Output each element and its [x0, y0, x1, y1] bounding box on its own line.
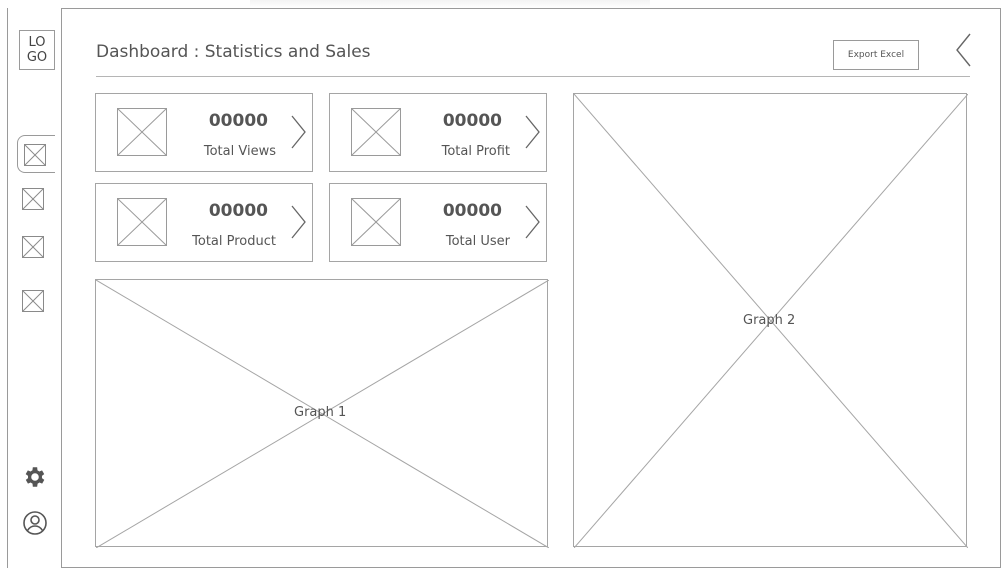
- graph-1-panel[interactable]: Graph 1: [95, 279, 549, 548]
- top-edge-shadow: [250, 0, 650, 8]
- stat-card-total-views[interactable]: 00000 Total Views: [95, 93, 313, 172]
- chevron-right-icon[interactable]: [522, 114, 542, 154]
- image-placeholder-icon: [24, 144, 46, 166]
- chevron-left-icon[interactable]: [954, 32, 974, 68]
- stat-label: Total Profit: [441, 144, 510, 159]
- sidebar-item-4[interactable]: [22, 290, 60, 328]
- stat-label: Total Product: [192, 234, 276, 249]
- sidebar: LO GO: [8, 8, 62, 568]
- image-placeholder-icon: [22, 188, 44, 210]
- stat-value: 00000: [442, 201, 502, 221]
- export-excel-button[interactable]: Export Excel: [833, 40, 919, 70]
- stat-value: 00000: [442, 111, 502, 131]
- stat-value: 00000: [208, 111, 268, 131]
- chevron-right-icon[interactable]: [288, 114, 308, 154]
- sidebar-item-3[interactable]: [22, 236, 60, 274]
- chevron-right-icon[interactable]: [522, 204, 542, 244]
- gear-icon[interactable]: [22, 464, 48, 490]
- stat-card-total-profit[interactable]: 00000 Total Profit: [329, 93, 547, 172]
- stat-label: Total Views: [203, 144, 276, 159]
- chevron-right-icon[interactable]: [288, 204, 308, 244]
- stat-card-total-product[interactable]: 00000 Total Product: [95, 183, 313, 262]
- logo-text-line-2: GO: [26, 50, 48, 65]
- stat-value: 00000: [208, 201, 268, 221]
- graph-2-label: Graph 2: [743, 313, 796, 328]
- page-title: Dashboard : Statistics and Sales: [96, 42, 371, 62]
- user-icon[interactable]: [22, 510, 48, 536]
- graph-1-label: Graph 1: [294, 405, 347, 420]
- stat-label: Total User: [445, 234, 510, 249]
- image-placeholder-icon: [351, 108, 401, 160]
- stat-card-total-user[interactable]: 00000 Total User: [329, 183, 547, 262]
- image-placeholder-icon: [22, 236, 44, 258]
- sidebar-item-1[interactable]: [17, 135, 55, 173]
- image-placeholder-icon: [117, 198, 167, 250]
- logo[interactable]: LO GO: [19, 30, 55, 70]
- image-placeholder-icon: [22, 290, 44, 312]
- header-divider: [96, 76, 970, 77]
- image-placeholder-icon: [351, 198, 401, 250]
- sidebar-item-2[interactable]: [22, 188, 60, 226]
- graph-2-panel[interactable]: Graph 2: [573, 93, 968, 548]
- image-placeholder-icon: [117, 108, 167, 160]
- logo-text-line-1: LO: [28, 35, 46, 50]
